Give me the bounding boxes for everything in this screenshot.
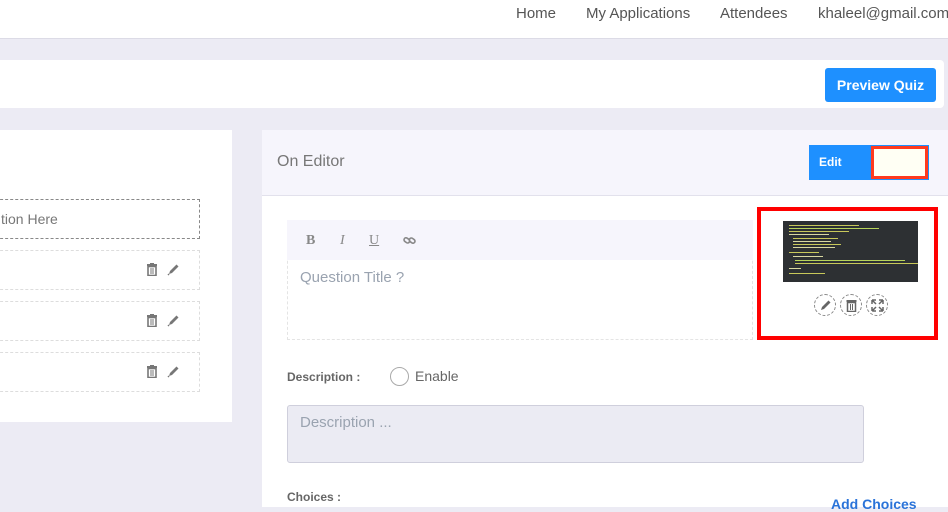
preview-quiz-button[interactable]: Preview Quiz — [825, 68, 936, 102]
description-placeholder: Description ... — [300, 414, 392, 431]
pencil-icon[interactable] — [167, 365, 180, 383]
underline-button[interactable]: U — [369, 233, 379, 249]
trash-icon[interactable] — [146, 365, 158, 383]
bold-button[interactable]: B — [306, 233, 315, 249]
trash-icon[interactable] — [146, 314, 158, 332]
toolbar-card — [0, 60, 944, 108]
editor-title: On Editor — [277, 153, 345, 170]
nav-attendees-link[interactable]: Attendees — [720, 5, 788, 22]
top-navbar: Home My Applications Attendees khaleel@g… — [0, 0, 948, 39]
pencil-icon[interactable] — [167, 314, 180, 332]
question-list-item[interactable] — [0, 301, 200, 341]
description-enable-label[interactable]: Enable — [415, 368, 459, 384]
question-list-item[interactable] — [0, 250, 200, 290]
question-title-placeholder: Question Title ? — [300, 269, 405, 286]
question-list-item[interactable] — [0, 352, 200, 392]
nav-user-email-link[interactable]: khaleel@gmail.com — [818, 5, 948, 22]
add-choices-link[interactable]: Add Choices — [831, 496, 917, 512]
format-toolbar — [287, 220, 753, 260]
nav-my-applications-link[interactable]: My Applications — [586, 5, 690, 22]
image-edit-button[interactable] — [814, 294, 836, 316]
choices-label: Choices : — [287, 490, 342, 504]
add-question-input[interactable]: tion Here — [0, 199, 200, 239]
pencil-icon[interactable] — [167, 263, 180, 281]
edit-toggle-highlight[interactable] — [871, 146, 928, 179]
nav-home-link[interactable]: Home — [516, 5, 556, 22]
image-delete-button[interactable] — [840, 294, 862, 316]
question-image-thumbnail[interactable] — [783, 221, 918, 282]
image-expand-button[interactable] — [866, 294, 888, 316]
trash-icon[interactable] — [146, 263, 158, 281]
italic-button[interactable]: I — [340, 233, 345, 249]
description-enable-radio[interactable] — [390, 367, 409, 386]
description-label: Description : — [287, 370, 361, 384]
link-icon[interactable] — [403, 235, 416, 251]
edit-button[interactable]: Edit — [809, 145, 869, 180]
